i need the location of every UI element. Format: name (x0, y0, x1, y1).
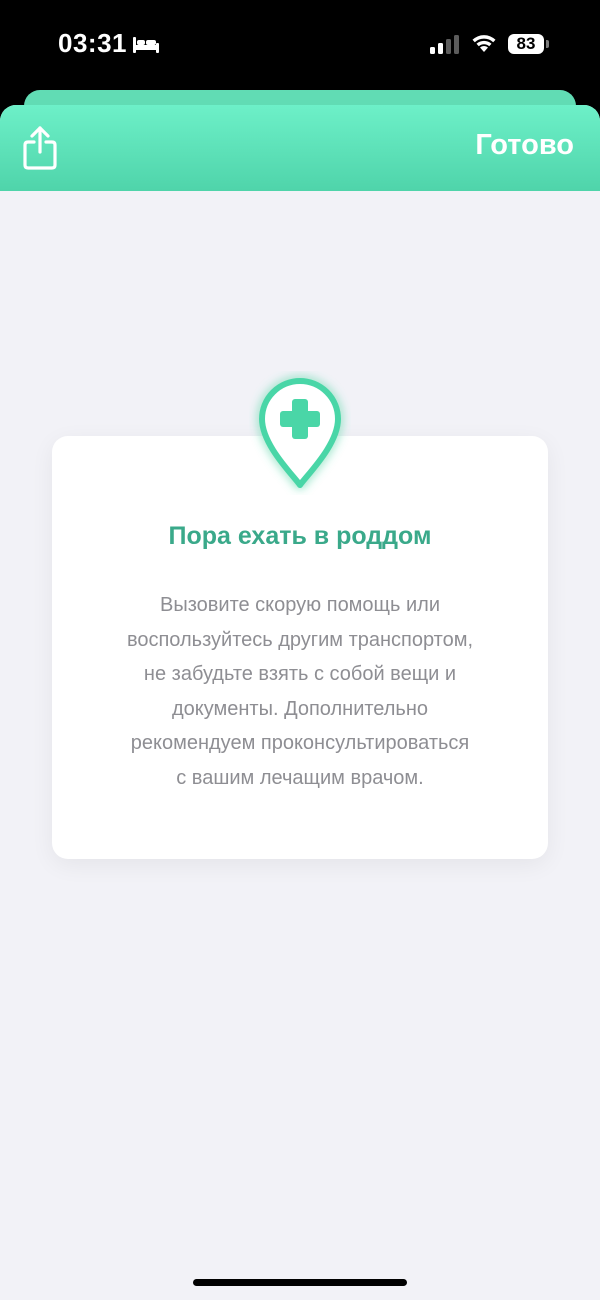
wifi-icon (472, 35, 496, 52)
card-description-line: документы. Дополнительно (171, 697, 429, 720)
card-description-line: Вызовите скорую помощь или (159, 594, 441, 616)
card-description-line: с вашим лечащим врачом. (176, 766, 424, 789)
card-description-line: воспользуйтесь другим транспортом, (126, 628, 474, 651)
status-time: 03:31 (58, 28, 127, 58)
phone-screen: 03:31 83 Готово Пора ехать в роддом Вызо… (0, 0, 600, 1300)
hospital-pin-icon (259, 378, 341, 488)
bed-icon (133, 37, 159, 53)
status-bar: 03:31 83 (0, 0, 600, 90)
battery-tip (546, 40, 549, 48)
card-description-line: рекомендуем проконсультироваться (130, 732, 470, 754)
share-icon[interactable] (20, 125, 60, 171)
home-indicator[interactable] (193, 1279, 407, 1286)
card-description-line: не забудьте взять с собой вещи и (143, 663, 457, 685)
battery-icon: 83 (508, 34, 544, 54)
card-description: Вызовите скорую помощь или воспользуйтес… (92, 588, 508, 795)
info-card: Пора ехать в роддом Вызовите скорую помо… (52, 436, 548, 859)
done-button[interactable]: Готово (475, 129, 574, 162)
signal-icon (430, 35, 459, 54)
sheet-header: Готово (0, 105, 600, 191)
card-title: Пора ехать в роддом (168, 522, 432, 550)
modal-sheet: Готово Пора ехать в роддом Вызовите скор… (0, 105, 600, 1300)
